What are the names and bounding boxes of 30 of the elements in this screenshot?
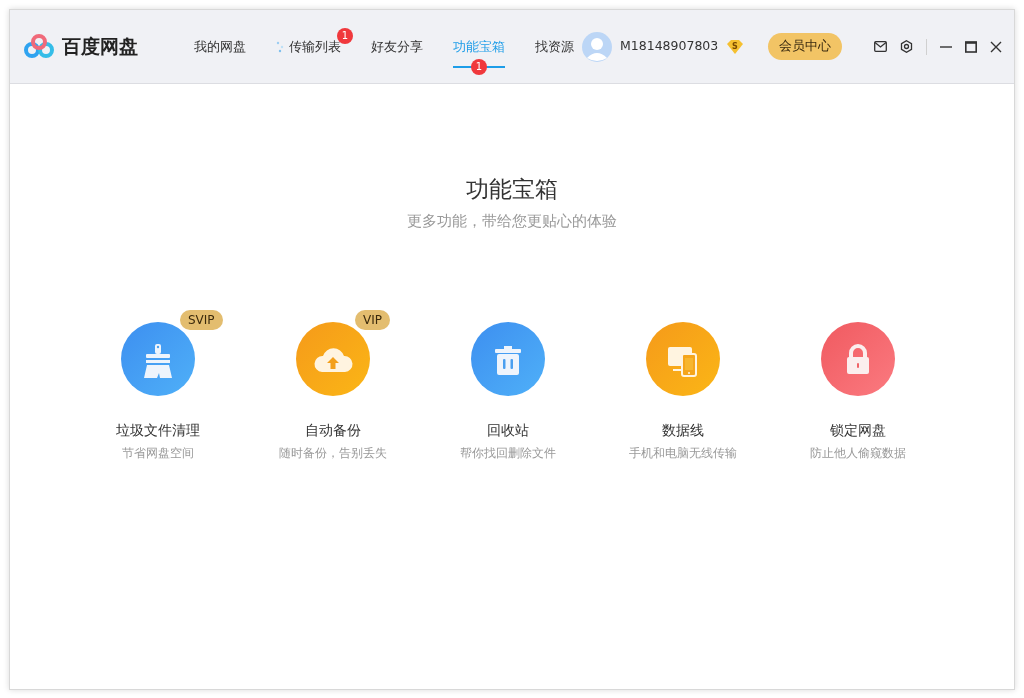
avatar-icon bbox=[582, 31, 612, 62]
tool-description: 帮你找回删除文件 bbox=[459, 444, 556, 462]
maximize-icon[interactable] bbox=[965, 40, 977, 53]
tool-name[interactable]: 垃圾文件清理 bbox=[115, 420, 200, 441]
tool-description: 节省网盘空间 bbox=[121, 444, 194, 462]
nav-tab[interactable]: 好友分享 bbox=[371, 9, 423, 84]
count-badge: 1 bbox=[471, 58, 487, 75]
page-subtitle: 更多功能，带给您更贴心的体验 bbox=[406, 211, 618, 231]
tool-name[interactable]: 数据线 bbox=[661, 420, 704, 441]
tier-tag: SVIP bbox=[180, 310, 223, 331]
mail-icon[interactable] bbox=[874, 41, 887, 52]
tool-description: 随时备份，告别丢失 bbox=[278, 444, 387, 462]
nav-tab[interactable]: 我的网盘 bbox=[194, 9, 246, 84]
user-name: M18148907803 bbox=[620, 37, 719, 56]
cloud-logo-icon bbox=[24, 33, 54, 60]
tier-tag: VIP bbox=[355, 310, 390, 331]
count-badge: 1 bbox=[337, 27, 353, 44]
tool-name[interactable]: 回收站 bbox=[486, 420, 529, 441]
tool-description: 手机和电脑无线传输 bbox=[628, 444, 737, 462]
tool-name[interactable]: 自动备份 bbox=[304, 420, 361, 441]
tool-name[interactable]: 锁定网盘 bbox=[829, 420, 886, 441]
tool-description: 防止他人偷窥数据 bbox=[809, 444, 906, 462]
diamond-badge-icon: S bbox=[726, 38, 745, 55]
app-name: 百度网盘 bbox=[62, 34, 138, 60]
settings-icon[interactable] bbox=[900, 40, 913, 53]
nav-tab[interactable]: 找资源 bbox=[535, 9, 574, 84]
sparkle-icon bbox=[276, 40, 285, 53]
page-title: 功能宝箱 bbox=[465, 175, 559, 204]
close-icon[interactable] bbox=[990, 40, 1002, 53]
member-center-button[interactable]: 会员中心 bbox=[768, 33, 843, 60]
